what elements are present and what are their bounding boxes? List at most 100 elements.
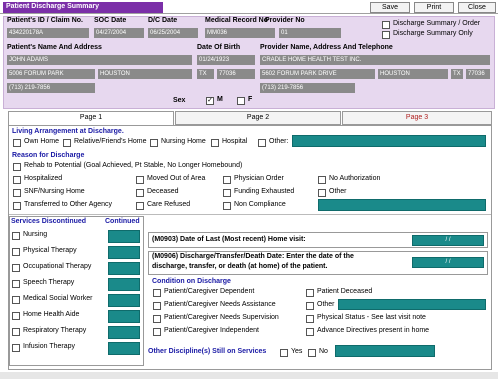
- soc-date-field[interactable]: 04/27/2004: [94, 28, 144, 38]
- condition-other-checkbox[interactable]: [306, 302, 314, 310]
- service-continued-field[interactable]: [108, 246, 140, 259]
- status-strip: [0, 372, 498, 379]
- save-button[interactable]: Save: [370, 2, 410, 13]
- service-label: Nursing: [23, 231, 48, 238]
- service-checkbox[interactable]: [12, 328, 20, 336]
- m0906-label-line2: discharge, transfer, or death (at home) …: [152, 263, 328, 270]
- provider-address-field[interactable]: 5602 FORUM PARK DRIVE: [260, 69, 375, 79]
- care-refused-label: Care Refused: [147, 201, 191, 208]
- dc-summary-order-checkbox[interactable]: [382, 21, 390, 29]
- hospitalized-checkbox[interactable]: [13, 176, 21, 184]
- nursing-home-checkbox[interactable]: [150, 139, 158, 147]
- snf-label: SNF/Nursing Home: [24, 188, 85, 195]
- provider-state-field[interactable]: TX: [451, 69, 463, 79]
- dc-date-field[interactable]: 06/25/2004: [148, 28, 198, 38]
- service-checkbox[interactable]: [12, 296, 20, 304]
- service-continued-field[interactable]: [108, 326, 140, 339]
- service-continued-field[interactable]: [108, 230, 140, 243]
- other-discipline-yes-checkbox[interactable]: [280, 349, 288, 357]
- living-other-checkbox[interactable]: [258, 139, 266, 147]
- service-continued-field[interactable]: [108, 262, 140, 275]
- print-button[interactable]: Print: [414, 2, 454, 13]
- provider-name-field[interactable]: CRADLE HOME HEALTH TEST INC.: [260, 55, 490, 65]
- reason-other-input[interactable]: [318, 199, 486, 211]
- dc-summary-only-checkbox[interactable]: [382, 31, 390, 39]
- condition-other-input[interactable]: [338, 299, 486, 310]
- living-other-input[interactable]: [292, 135, 486, 147]
- patient-zip-field[interactable]: 77036: [217, 69, 255, 79]
- own-home-checkbox[interactable]: [13, 139, 21, 147]
- provider-name-label: Provider Name, Address And Telephone: [260, 44, 393, 51]
- tab-page3[interactable]: Page 3: [342, 111, 492, 125]
- provider-city-field[interactable]: HOUSTON: [378, 69, 448, 79]
- service-label: Infusion Therapy: [23, 343, 76, 350]
- deceased-checkbox[interactable]: [136, 189, 144, 197]
- physical-status-checkbox[interactable]: [306, 315, 314, 323]
- service-checkbox[interactable]: [12, 248, 20, 256]
- services-continued-label: Continued: [105, 218, 140, 225]
- patient-id-field[interactable]: 434220178A: [7, 28, 89, 38]
- service-continued-field[interactable]: [108, 278, 140, 291]
- rehab-checkbox[interactable]: [13, 163, 21, 171]
- dob-field[interactable]: 01/24/1923: [197, 55, 255, 65]
- hospitalized-label: Hospitalized: [24, 175, 63, 182]
- needs-supervision-checkbox[interactable]: [153, 315, 161, 323]
- service-checkbox[interactable]: [12, 344, 20, 352]
- service-continued-field[interactable]: [108, 342, 140, 355]
- tab-page2[interactable]: Page 2: [175, 111, 341, 125]
- provider-zip-field[interactable]: 77036: [466, 69, 490, 79]
- no-authorization-label: No Authorization: [329, 175, 381, 182]
- other-discipline-input[interactable]: [335, 345, 435, 357]
- hospital-checkbox[interactable]: [211, 139, 219, 147]
- patient-deceased-checkbox[interactable]: [306, 289, 314, 297]
- sex-f-checkbox[interactable]: [237, 97, 245, 105]
- patient-state-field[interactable]: TX: [197, 69, 214, 79]
- reason-other-checkbox[interactable]: [318, 189, 326, 197]
- physical-status-label: Physical Status - See last visit note: [317, 314, 426, 321]
- m0906-date-field[interactable]: / /: [412, 257, 484, 268]
- service-continued-field[interactable]: [108, 310, 140, 323]
- patient-phone-field[interactable]: (713) 219-7856: [7, 83, 95, 93]
- service-checkbox[interactable]: [12, 264, 20, 272]
- service-label: Speech Therapy: [23, 279, 75, 286]
- patient-address-field[interactable]: 5006 FORUM PARK: [7, 69, 95, 79]
- m0903-date-field[interactable]: / /: [412, 235, 484, 246]
- patient-city-field[interactable]: HOUSTON: [98, 69, 192, 79]
- close-button[interactable]: Close: [458, 2, 496, 13]
- patient-name-field[interactable]: JOHN ADAMS: [7, 55, 192, 65]
- non-compliance-checkbox[interactable]: [223, 202, 231, 210]
- service-checkbox[interactable]: [12, 312, 20, 320]
- service-continued-field[interactable]: [108, 294, 140, 307]
- relative-home-checkbox[interactable]: [63, 139, 71, 147]
- sex-label: Sex: [173, 97, 186, 104]
- service-label: Occupational Therapy: [23, 263, 92, 270]
- care-refused-checkbox[interactable]: [136, 202, 144, 210]
- no-authorization-checkbox[interactable]: [318, 176, 326, 184]
- service-label: Medical Social Worker: [23, 295, 93, 302]
- physician-order-label: Physician Order: [234, 175, 284, 182]
- needs-assistance-checkbox[interactable]: [153, 302, 161, 310]
- dependent-checkbox[interactable]: [153, 289, 161, 297]
- advance-directives-checkbox[interactable]: [306, 328, 314, 336]
- sex-m-checkbox[interactable]: ✓: [206, 97, 214, 105]
- living-arrangement-title: Living Arrangement at Discharge.: [12, 128, 124, 135]
- other-discipline-label: Other Discipline(s) Still on Services: [148, 348, 267, 355]
- sex-m-label: M: [217, 96, 223, 103]
- moved-checkbox[interactable]: [136, 176, 144, 184]
- provider-phone-field[interactable]: (713) 219-7856: [260, 83, 355, 93]
- tab-page1[interactable]: Page 1: [8, 111, 174, 125]
- transferred-checkbox[interactable]: [13, 202, 21, 210]
- funding-checkbox[interactable]: [223, 189, 231, 197]
- service-checkbox[interactable]: [12, 280, 20, 288]
- independent-checkbox[interactable]: [153, 328, 161, 336]
- service-checkbox[interactable]: [12, 232, 20, 240]
- medical-record-field[interactable]: MM036: [205, 28, 275, 38]
- provider-no-label: Provider No: [265, 17, 305, 24]
- snf-checkbox[interactable]: [13, 189, 21, 197]
- provider-no-field[interactable]: 01: [279, 28, 341, 38]
- independent-label: Patient/Caregiver Independent: [164, 327, 259, 334]
- other-discipline-no-checkbox[interactable]: [308, 349, 316, 357]
- relative-home-label: Relative/Friend's Home: [74, 138, 147, 145]
- physician-order-checkbox[interactable]: [223, 176, 231, 184]
- service-label: Physical Therapy: [23, 247, 77, 254]
